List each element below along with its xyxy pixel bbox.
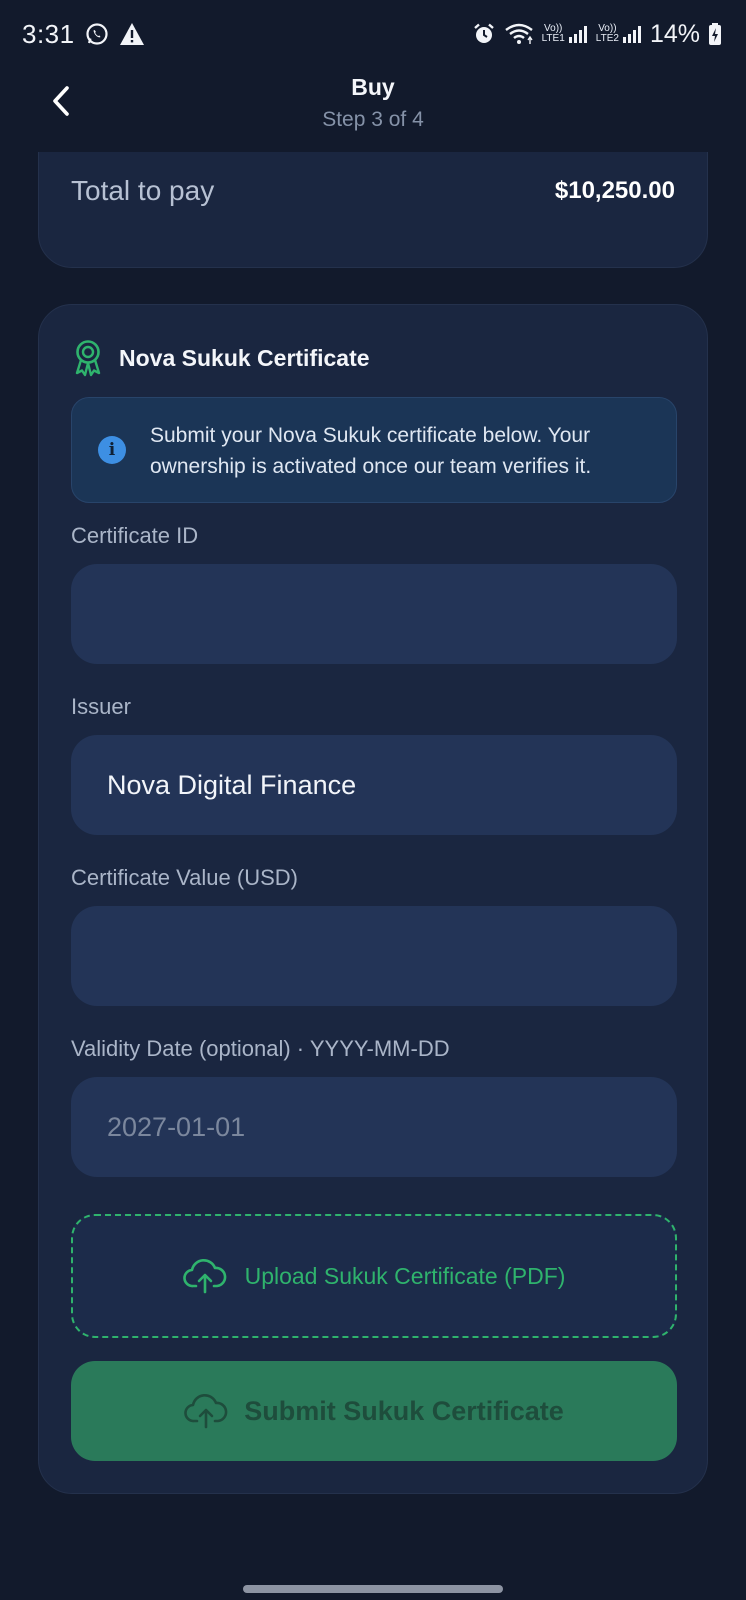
net2-bottom-label: LTE2	[595, 33, 619, 44]
total-row: Total to pay $10,250.00	[71, 175, 675, 207]
submit-certificate-button[interactable]: Submit Sukuk Certificate	[71, 1361, 677, 1461]
status-left: 3:31	[22, 19, 145, 50]
signal-bars-icon	[568, 26, 587, 43]
certificate-value-input[interactable]	[71, 906, 677, 1006]
issuer-input[interactable]	[71, 735, 677, 835]
total-value: $10,250.00	[554, 177, 675, 204]
info-text: Submit your Nova Sukuk certificate below…	[150, 424, 592, 478]
certificate-id-label: Certificate ID	[71, 523, 199, 548]
signal-bars-icon	[622, 26, 641, 43]
app-header: Buy Step 3 of 4	[0, 68, 746, 152]
total-label: Total to pay	[71, 175, 215, 206]
info-icon: i	[98, 436, 126, 464]
alarm-icon	[472, 22, 496, 46]
certificate-value-label: Certificate Value (USD)	[71, 865, 298, 890]
upload-certificate-button[interactable]: Upload Sukuk Certificate (PDF)	[71, 1214, 677, 1338]
warning-icon	[119, 22, 145, 46]
certificate-id-input[interactable]	[71, 564, 677, 664]
cloud-upload-icon	[184, 1393, 228, 1429]
home-indicator[interactable]	[243, 1585, 503, 1593]
certificate-title: Nova Sukuk Certificate	[119, 344, 370, 371]
whatsapp-icon	[85, 22, 109, 46]
validity-date-input[interactable]	[71, 1077, 677, 1177]
lte1-signal: Vo)) LTE1	[542, 24, 588, 44]
status-time: 3:31	[22, 18, 75, 49]
status-bar: 3:31 Vo)) LTE1 Vo)) LTE2 14%	[0, 0, 746, 68]
status-right: Vo)) LTE1 Vo)) LTE2 14%	[472, 20, 722, 49]
validity-date-label: Validity Date (optional) · YYYY-MM-DD	[71, 1036, 450, 1061]
lte2-signal: Vo)) LTE2	[596, 24, 642, 44]
upload-label: Upload Sukuk Certificate (PDF)	[244, 1262, 566, 1289]
certificate-card: Nova Sukuk Certificate i Submit your Nov…	[38, 304, 708, 1494]
step-indicator: Step 3 of 4	[322, 108, 424, 131]
battery-percent: 14%	[649, 19, 700, 48]
page-title: Buy	[351, 74, 395, 100]
submit-label: Submit Sukuk Certificate	[244, 1395, 564, 1426]
issuer-label: Issuer	[71, 694, 131, 719]
wifi-icon	[504, 22, 534, 46]
certificate-header: Nova Sukuk Certificate	[71, 339, 370, 377]
award-ribbon-icon	[75, 340, 101, 377]
info-banner: i Submit your Nova Sukuk certificate bel…	[71, 397, 677, 503]
net1-bottom-label: LTE1	[541, 33, 565, 44]
cloud-upload-icon	[182, 1258, 226, 1294]
battery-charging-icon	[708, 22, 722, 46]
